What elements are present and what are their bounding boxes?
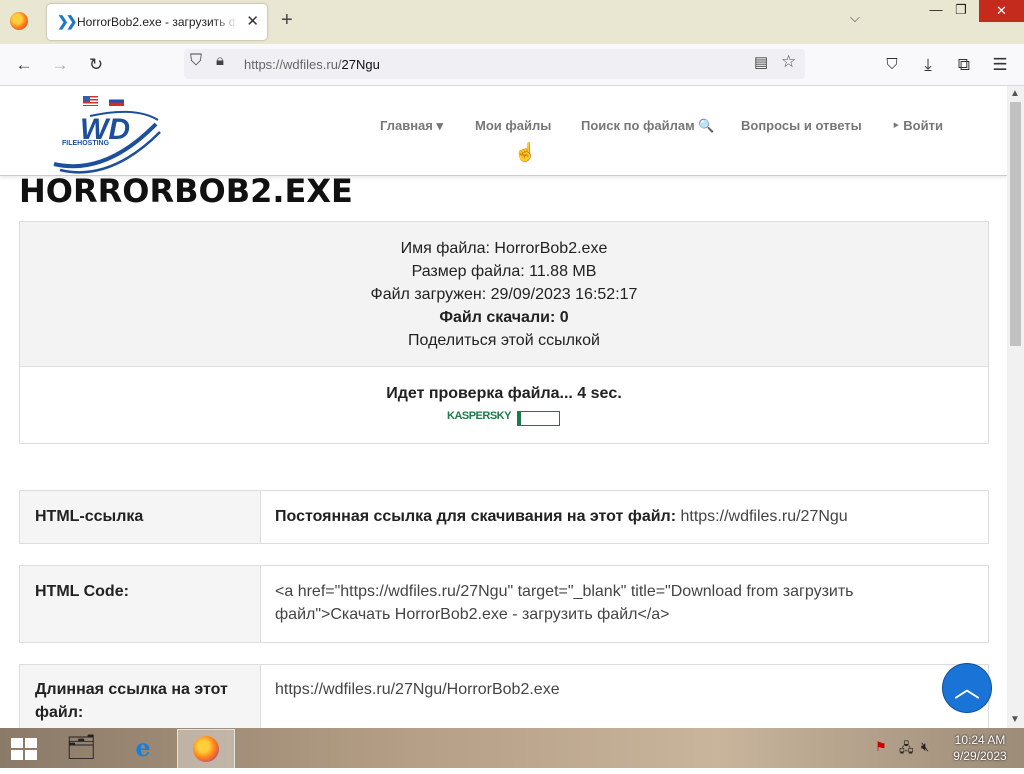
file-uploaded-line: Файл загружен: 29/09/2023 16:52:17 (370, 286, 638, 303)
scan-progress-fill (518, 412, 522, 425)
page-title: HORRORBOB2.EXE (19, 172, 353, 210)
scan-progress-bar (517, 411, 560, 426)
link-row-label-line-2: файл: (35, 704, 84, 721)
url-text[interactable]: https://wdfiles.ru/27Ngu (244, 57, 380, 72)
html-code-line-2[interactable]: файл">Скачать HorrorBob2.exe - загрузить… (275, 606, 670, 624)
restore-icon[interactable]: ❐ (945, 2, 977, 18)
system-clock[interactable]: 10:24 AM 9/29/2023 (940, 732, 1020, 764)
scroll-to-top-button[interactable]: ︿ (942, 663, 992, 713)
link-row-label-line-1: Длинная ссылка на этот (35, 681, 228, 698)
nav-home[interactable]: Главная ▾ (380, 118, 443, 134)
file-name-line: Имя файла: HorrorBob2.exe (400, 240, 608, 257)
site-favicon-icon: ❯❯ (57, 13, 78, 29)
clock-time: 10:24 AM (954, 733, 1006, 747)
file-info-panel: Имя файла: HorrorBob2.exe Размер файла: … (20, 222, 988, 367)
scroll-up-icon[interactable]: ▲ (1010, 88, 1020, 99)
new-tab-icon[interactable]: + (281, 9, 293, 32)
tab-bar: ❯❯ HorrorBob2.exe - загрузить файл ✕ + ⌵… (0, 0, 1024, 44)
lock-icon[interactable]: 🔒︎ (216, 52, 224, 69)
bookmark-star-icon[interactable]: ☆ (781, 52, 796, 72)
link-row-label: HTML-ссылка (35, 508, 144, 525)
hamburger-menu-icon[interactable]: ☰ (988, 53, 1012, 77)
page-viewport: WD FILEHOSTING Главная ▾ Мои файлы Поиск… (0, 86, 1007, 728)
tab-title: HorrorBob2.exe - загрузить файл (77, 15, 237, 29)
action-center-flag-icon[interactable]: ⚑ (875, 739, 887, 755)
pocket-icon[interactable]: ⛉ (880, 53, 904, 77)
list-tabs-chevron-icon[interactable]: ⌵ (850, 10, 860, 26)
tracking-shield-icon[interactable]: ⛉ (190, 52, 202, 70)
file-info-box: Имя файла: HorrorBob2.exe Размер файла: … (19, 221, 989, 444)
scrollbar-thumb[interactable] (1010, 102, 1021, 346)
english-flag-icon[interactable] (83, 96, 98, 106)
back-icon[interactable]: ← (12, 53, 36, 77)
link-row-long: Длинная ссылка на этот файл: https://wdf… (19, 664, 989, 728)
site-header: WD FILEHOSTING Главная ▾ Мои файлы Поиск… (0, 86, 1007, 176)
forward-icon[interactable]: → (48, 53, 72, 77)
firefox-taskbar-icon[interactable] (177, 729, 235, 769)
nav-my-files[interactable]: Мои файлы (475, 118, 551, 133)
address-bar[interactable]: ⛉ 🔒︎ https://wdfiles.ru/27Ngu ▤ ☆ (184, 49, 805, 79)
link-row-html-code: HTML Code: <a href="https://wdfiles.ru/2… (19, 565, 989, 643)
nav-login[interactable]: ‣ Войти (892, 118, 943, 134)
windows-start-icon[interactable] (11, 738, 37, 760)
share-link-text[interactable]: Поделиться этой ссылкой (20, 332, 988, 350)
link-row-key: Длинная ссылка на этот файл: (20, 665, 261, 728)
file-explorer-icon[interactable]: 🗂 (53, 729, 109, 767)
window-close-button[interactable]: ✕ (979, 0, 1024, 22)
network-icon[interactable]: 🖧 (899, 739, 914, 761)
kaspersky-logo: KASPERSKY (447, 410, 511, 422)
internet-explorer-icon[interactable]: e (115, 729, 171, 767)
volume-muted-icon[interactable]: 🔇︎ (921, 739, 929, 755)
russian-flag-icon[interactable] (109, 96, 124, 106)
link-row-key: HTML-ссылка (20, 491, 261, 543)
nav-file-search[interactable]: Поиск по файлам 🔍 (581, 118, 715, 134)
close-tab-icon[interactable]: ✕ (246, 12, 259, 30)
file-downloads-line: Файл скачали: 0 (439, 309, 569, 326)
link-row-value[interactable]: Постоянная ссылка для скачивания на этот… (275, 508, 848, 526)
link-row-label: HTML Code: (35, 583, 129, 600)
logo-subtext: FILEHOSTING (62, 140, 110, 147)
taskbar: 🗂 e ⚑ 🖧 🔇︎ 10:24 AM 9/29/2023 (0, 728, 1024, 769)
file-size-line: Размер файла: 11.88 MB (411, 263, 597, 280)
link-row-key: HTML Code: (20, 566, 261, 642)
reload-icon[interactable]: ↻ (84, 53, 108, 77)
firefox-view-icon[interactable] (10, 12, 28, 30)
extensions-icon[interactable]: ⧉ (952, 53, 976, 77)
nav-faq[interactable]: Вопросы и ответы (741, 118, 862, 133)
reader-view-icon[interactable]: ▤ (754, 53, 768, 71)
page-scrollbar[interactable]: ▲ ▼ (1007, 86, 1024, 728)
scroll-down-icon[interactable]: ▼ (1010, 714, 1020, 725)
tab-active[interactable]: ❯❯ HorrorBob2.exe - загрузить файл ✕ (47, 4, 267, 40)
navigation-bar: ← → ↻ ⛉ 🔒︎ https://wdfiles.ru/27Ngu ▤ ☆ … (0, 44, 1024, 86)
long-link-value[interactable]: https://wdfiles.ru/27Ngu/HorrorBob2.exe (275, 681, 560, 699)
link-row-html: HTML-ссылка Постоянная ссылка для скачив… (19, 490, 989, 544)
downloads-icon[interactable]: ⤓ (916, 53, 940, 77)
hand-cursor-icon: ☝ (514, 142, 537, 162)
site-logo[interactable]: WD FILEHOSTING (50, 106, 165, 176)
clock-date: 9/29/2023 (953, 749, 1007, 763)
file-check-status: Идет проверка файла... 4 sec. (386, 385, 622, 402)
html-code-line-1[interactable]: <a href="https://wdfiles.ru/27Ngu" targe… (275, 583, 854, 601)
